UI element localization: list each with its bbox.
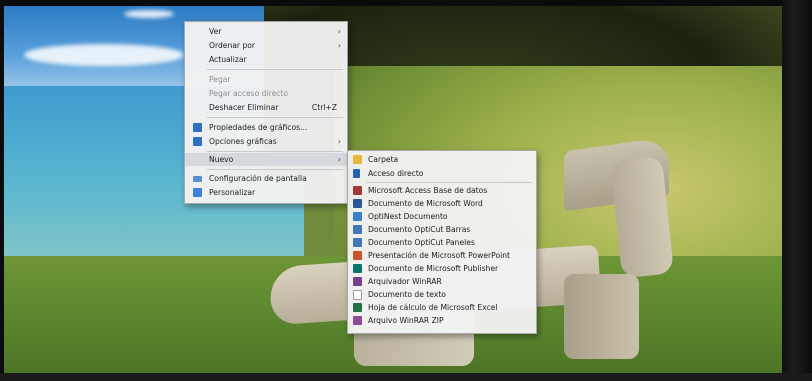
folder-icon — [353, 155, 362, 164]
menu-item-label: Deshacer Eliminar — [209, 103, 279, 112]
menu-item-label: Carpeta — [368, 155, 399, 164]
word-icon — [353, 199, 362, 208]
opticut-panels-icon — [353, 238, 362, 247]
chevron-right-icon: › — [337, 155, 341, 164]
winrar-icon — [353, 277, 362, 286]
menu-item-label: Documento de Microsoft Word — [368, 199, 483, 208]
menu-item-label: Pegar acceso directo — [209, 89, 289, 98]
menu-item-label: OptiNest Documento — [368, 212, 448, 221]
menu-item-label: Microsoft Access Base de datos — [368, 186, 488, 195]
menu-separator — [207, 117, 343, 118]
submenu-item-excel[interactable]: Hoja de cálculo de Microsoft Excel — [348, 301, 536, 314]
menu-item-label: Actualizar — [209, 55, 247, 64]
menu-item-undo-delete[interactable]: Deshacer Eliminar Ctrl+Z — [185, 101, 347, 114]
menu-item-label: Documento OptiCut Barras — [368, 225, 471, 234]
submenu-item-powerpoint[interactable]: Presentación de Microsoft PowerPoint — [348, 249, 536, 262]
menu-item-label: Arquivador WinRAR — [368, 277, 442, 286]
submenu-item-access[interactable]: Microsoft Access Base de datos — [348, 184, 536, 197]
menu-item-label: Presentación de Microsoft PowerPoint — [368, 251, 510, 260]
menu-item-graphics-options[interactable]: Opciones gráficas › — [185, 135, 347, 148]
wallpaper-bench-leg — [564, 274, 639, 359]
menu-item-shortcut: Ctrl+Z — [311, 103, 337, 112]
menu-item-label: Acceso directo — [368, 169, 424, 178]
menu-item-refresh[interactable]: Actualizar — [185, 53, 347, 66]
new-submenu: Carpeta Acceso directo Microsoft Access … — [347, 150, 537, 334]
wallpaper-cloud — [124, 10, 174, 18]
optinest-icon — [353, 212, 362, 221]
personalize-icon — [193, 188, 202, 197]
excel-icon — [353, 303, 362, 312]
text-file-icon — [353, 290, 362, 300]
chevron-right-icon: › — [337, 27, 341, 36]
menu-item-label: Ordenar por — [209, 41, 256, 50]
menu-item-paste-shortcut[interactable]: Pegar acceso directo — [185, 87, 347, 100]
menu-item-paste[interactable]: Pegar — [185, 73, 347, 86]
menu-item-label: Hoja de cálculo de Microsoft Excel — [368, 303, 498, 312]
menu-item-display-settings[interactable]: Configuración de pantalla — [185, 172, 347, 185]
menu-separator — [207, 151, 343, 152]
menu-item-label: Ver — [209, 27, 222, 36]
monitor-bezel-bottom — [0, 373, 812, 381]
submenu-item-optinest[interactable]: OptiNest Documento — [348, 210, 536, 223]
menu-item-sort-by[interactable]: Ordenar por › — [185, 39, 347, 52]
submenu-item-word[interactable]: Documento de Microsoft Word — [348, 197, 536, 210]
menu-item-label: Documento OptiCut Paneles — [368, 238, 475, 247]
submenu-item-publisher[interactable]: Documento de Microsoft Publisher — [348, 262, 536, 275]
menu-separator — [207, 69, 343, 70]
opticut-bars-icon — [353, 225, 362, 234]
submenu-item-folder[interactable]: Carpeta — [348, 153, 536, 166]
menu-item-label: Pegar — [209, 75, 231, 84]
shortcut-icon — [353, 169, 360, 178]
menu-item-label: Opciones gráficas — [209, 137, 277, 146]
wallpaper-cloud — [24, 44, 184, 66]
submenu-item-opticut-bars[interactable]: Documento OptiCut Barras — [348, 223, 536, 236]
menu-separator — [366, 182, 532, 183]
menu-item-label: Nuevo — [209, 155, 234, 164]
submenu-item-winrar[interactable]: Arquivador WinRAR — [348, 275, 536, 288]
menu-item-label: Personalizar — [209, 188, 256, 197]
menu-item-label: Arquivo WinRAR ZIP — [368, 316, 444, 325]
menu-item-new[interactable]: Nuevo › — [185, 153, 347, 166]
menu-item-label: Documento de texto — [368, 290, 446, 299]
menu-item-personalize[interactable]: Personalizar — [185, 186, 347, 199]
menu-item-label: Configuración de pantalla — [209, 174, 307, 183]
menu-item-view[interactable]: Ver › — [185, 25, 347, 38]
menu-item-label: Propiedades de gráficos... — [209, 123, 308, 132]
menu-item-graphics-properties[interactable]: Propiedades de gráficos... — [185, 121, 347, 134]
submenu-item-zip[interactable]: Arquivo WinRAR ZIP — [348, 314, 536, 327]
menu-separator — [207, 169, 343, 170]
submenu-item-text-document[interactable]: Documento de texto — [348, 288, 536, 301]
submenu-item-opticut-panels[interactable]: Documento OptiCut Paneles — [348, 236, 536, 249]
monitor-bezel — [782, 0, 812, 381]
zip-icon — [353, 316, 362, 325]
graphics-icon — [193, 137, 202, 146]
menu-item-label: Documento de Microsoft Publisher — [368, 264, 499, 273]
access-icon — [353, 186, 362, 195]
submenu-item-shortcut[interactable]: Acceso directo — [348, 167, 536, 180]
graphics-icon — [193, 123, 202, 132]
desktop-context-menu: Ver › Ordenar por › Actualizar Pegar Peg… — [184, 21, 348, 204]
chevron-right-icon: › — [337, 137, 341, 146]
publisher-icon — [353, 264, 362, 273]
powerpoint-icon — [353, 251, 362, 260]
chevron-right-icon: › — [337, 41, 341, 50]
display-icon — [193, 176, 202, 182]
